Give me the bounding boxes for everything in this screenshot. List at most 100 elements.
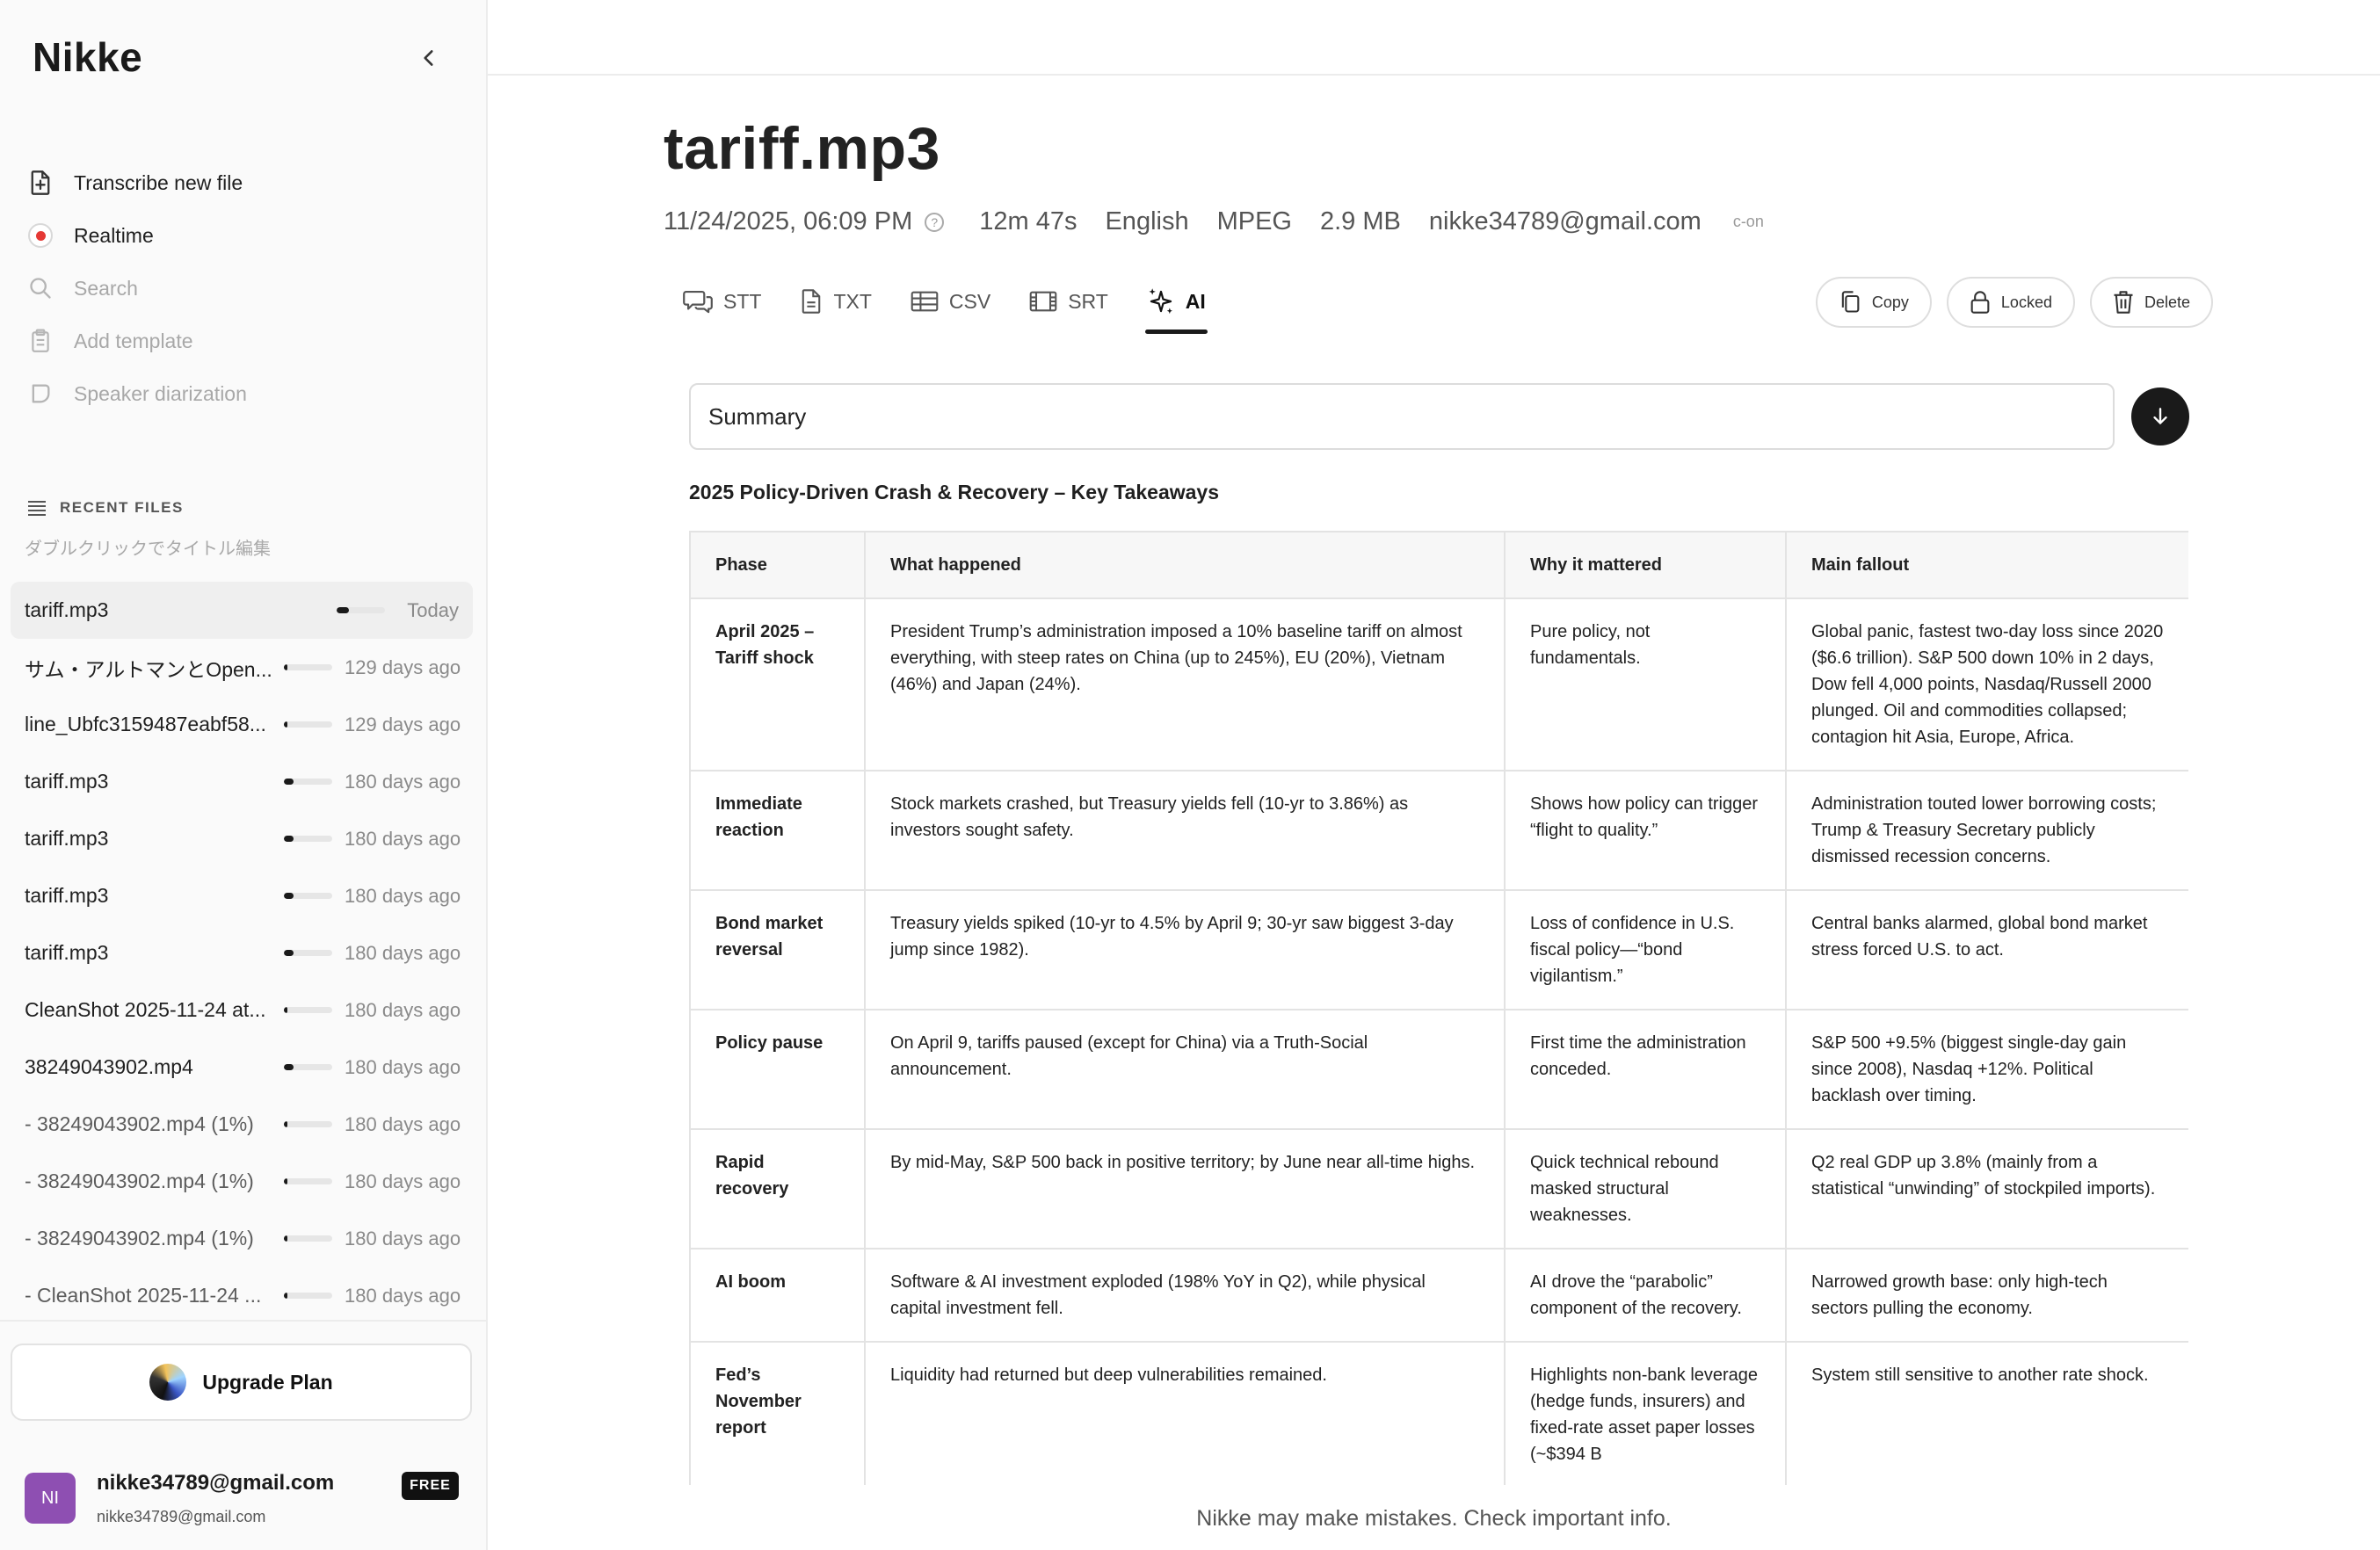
cell-main-fallout: Administration touted lower borrowing co… (1785, 770, 2188, 891)
recent-file-date: 180 days ago (345, 770, 461, 793)
delete-button[interactable]: Delete (2089, 277, 2213, 328)
recent-file-item[interactable]: - 38249043902.mp4 (1%) 180 days ago (11, 1210, 473, 1267)
recent-file-item[interactable]: 38249043902.mp4 180 days ago (11, 1039, 473, 1096)
speaker-diarization-button[interactable]: Speaker diarization (25, 367, 464, 420)
tab-csv[interactable]: CSV (891, 274, 1010, 329)
cell-main-fallout: Central banks alarmed, global bond marke… (1785, 889, 2188, 1010)
recent-files-header: RECENT FILES (26, 499, 184, 517)
search-button[interactable]: Search (25, 262, 464, 315)
recent-file-name: tariff.mp3 (25, 770, 109, 793)
speaker-diarization-label: Speaker diarization (74, 381, 247, 405)
recent-file-date: 180 days ago (345, 998, 461, 1021)
file-progress-fill (284, 1121, 288, 1127)
summary-template-select[interactable]: Summary (689, 383, 2115, 450)
recent-file-name: tariff.mp3 (25, 884, 109, 907)
cell-main-fallout: S&P 500 +9.5% (biggest single-day gain s… (1785, 1009, 2188, 1130)
file-progress-fill (284, 721, 288, 728)
header-what-happened: What happened (864, 531, 1506, 599)
page-title[interactable]: tariff.mp3 (664, 114, 940, 183)
lock-icon (1970, 291, 1990, 314)
cell-what-happened: On April 9, tariffs paused (except for C… (864, 1009, 1506, 1130)
document-icon (802, 289, 821, 314)
recent-file-item[interactable]: tariff.mp3 180 days ago (11, 753, 473, 810)
recent-file-item[interactable]: サム・アルトマンとOpen... 129 days ago (11, 639, 473, 696)
add-template-button[interactable]: Add template (25, 315, 464, 367)
file-plus-icon (26, 169, 54, 197)
recent-file-item[interactable]: tariff.mp3 180 days ago (11, 867, 473, 924)
recent-file-item[interactable]: tariff.mp3 Today (11, 582, 473, 639)
cell-why-it-mattered: Pure policy, not fundamentals. (1504, 598, 1787, 771)
recent-file-item[interactable]: - CleanShot 2025-11-24 ... 180 days ago (11, 1267, 473, 1324)
account-email[interactable]: nikke34789@gmail.com (97, 1471, 334, 1496)
recent-file-item[interactable]: CleanShot 2025-11-24 at... 180 days ago (11, 981, 473, 1039)
cell-what-happened: By mid-May, S&P 500 back in positive ter… (864, 1128, 1506, 1249)
meta-datetime: 11/24/2025, 06:09 PM (664, 207, 913, 235)
transcribe-new-file-button[interactable]: Transcribe new file (25, 156, 464, 209)
locked-button[interactable]: Locked (1946, 277, 2075, 328)
sidebar-nav: Transcribe new file Realtime Search Add … (25, 156, 464, 420)
file-progress-bar (284, 950, 332, 956)
tab-csv-label: CSV (948, 289, 991, 313)
cell-phase: Rapid recovery (689, 1128, 866, 1249)
file-progress-bar (284, 1064, 332, 1070)
avatar[interactable]: NI (25, 1473, 76, 1524)
file-progress-fill (284, 1064, 294, 1070)
file-actions: Copy Locked Delete (1815, 277, 2213, 328)
header-phase: Phase (689, 531, 866, 599)
summary-table-container[interactable]: Phase What happened Why it mattered Main… (689, 531, 2188, 1485)
recent-file-name: - 38249043902.mp4 (1%) (25, 1227, 254, 1249)
table-row: AI boom Software & AI investment exploded… (689, 1248, 2188, 1343)
tab-txt[interactable]: TXT (780, 274, 890, 329)
meta-language: English (1105, 207, 1189, 235)
recent-file-date: 180 days ago (345, 884, 461, 907)
list-icon (28, 501, 46, 516)
recent-file-name: - 38249043902.mp4 (1%) (25, 1112, 254, 1135)
cell-why-it-mattered: First time the administration conceded. (1504, 1009, 1787, 1130)
table-header-row: Phase What happened Why it mattered Main… (689, 531, 2188, 599)
recent-file-date: Today (407, 598, 459, 621)
file-progress-bar (284, 1121, 332, 1127)
tab-srt[interactable]: SRT (1010, 274, 1128, 329)
search-icon (26, 274, 54, 302)
cell-what-happened: President Trump’s administration imposed… (864, 598, 1506, 771)
disclaimer: Nikke may make mistakes. Check important… (1196, 1506, 1672, 1531)
recent-file-name: line_Ubfc3159487eabf58... (25, 713, 266, 735)
recent-file-date: 129 days ago (345, 655, 461, 678)
file-progress-bar (337, 607, 385, 613)
summary-table: Phase What happened Why it mattered Main… (689, 531, 2188, 1485)
realtime-button[interactable]: Realtime (25, 209, 464, 262)
cell-phase: Immediate reaction (689, 770, 866, 891)
recent-file-item[interactable]: - 38249043902.mp4 (1%) 180 days ago (11, 1096, 473, 1153)
copy-button[interactable]: Copy (1815, 277, 1932, 328)
speaker-icon (26, 380, 54, 408)
recent-file-item[interactable]: tariff.mp3 180 days ago (11, 924, 473, 981)
tab-ai[interactable]: AI (1128, 274, 1225, 334)
recent-file-name: CleanShot 2025-11-24 at... (25, 998, 266, 1021)
recent-file-item[interactable]: - 38249043902.mp4 (1%) 180 days ago (11, 1153, 473, 1210)
recent-file-name: - CleanShot 2025-11-24 ... (25, 1284, 262, 1307)
recent-file-name: tariff.mp3 (25, 598, 109, 621)
file-progress-fill (284, 950, 294, 956)
cell-phase: April 2025 – Tariff shock (689, 598, 866, 771)
recent-file-item[interactable]: tariff.mp3 180 days ago (11, 810, 473, 867)
cell-what-happened: Liquidity had returned but deep vulnerab… (864, 1341, 1506, 1485)
help-icon[interactable]: ? (925, 212, 945, 232)
download-button[interactable] (2131, 388, 2189, 445)
collapse-sidebar-button[interactable] (411, 40, 446, 76)
file-progress-fill (284, 893, 294, 899)
file-progress-fill (337, 607, 349, 613)
tab-stt-label: STT (723, 289, 762, 313)
template-icon (26, 327, 54, 355)
trash-icon (2114, 291, 2133, 314)
format-tabs: STT TXT CSV SRT AI (664, 274, 1225, 334)
tab-stt[interactable]: STT (664, 274, 780, 329)
table-icon (911, 291, 939, 312)
recent-file-item[interactable]: line_Ubfc3159487eabf58... 129 days ago (11, 696, 473, 753)
header-why-it-mattered: Why it mattered (1504, 531, 1787, 599)
record-icon (26, 221, 54, 250)
cell-why-it-mattered: AI drove the “parabolic” component of th… (1504, 1248, 1787, 1343)
upgrade-plan-button[interactable]: Upgrade Plan (11, 1344, 472, 1421)
recent-files-title: RECENT FILES (60, 499, 184, 516)
header-divider (488, 74, 2380, 76)
plan-badge: FREE (402, 1472, 459, 1500)
